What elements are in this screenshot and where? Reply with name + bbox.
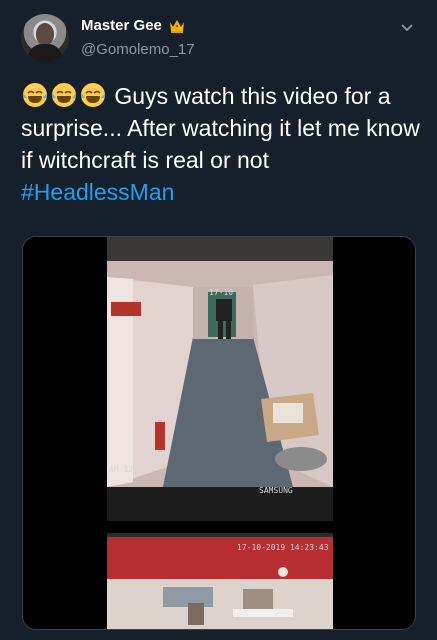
upper-left-label: AM 12 — [109, 465, 133, 474]
video-frame: 17-10 AM 12 SAMSUNG 17-10-2019 14:23:43 — [23, 237, 415, 629]
laughing-tears-icon — [51, 83, 77, 107]
avatar[interactable] — [21, 14, 69, 62]
display-name[interactable]: Master Gee — [81, 17, 162, 34]
video-media[interactable]: 17-10 AM 12 SAMSUNG 17-10-2019 14:23:43 — [22, 236, 416, 630]
tweet-text: Guys watch this video for a surprise... … — [21, 80, 421, 208]
monitor-brand: SAMSUNG — [259, 486, 293, 495]
top-overlay-timestamp: 17-10 — [209, 288, 233, 297]
avatar-face — [36, 23, 54, 45]
bottom-timestamp: 17-10-2019 14:23:43 — [237, 543, 329, 552]
author-name-row: Master Gee — [81, 17, 186, 34]
laughing-tears-icon — [22, 83, 48, 107]
avatar-body — [28, 44, 62, 62]
hashtag-link[interactable]: #HeadlessMan — [21, 179, 174, 205]
crown-icon — [169, 19, 184, 33]
laughing-tears-icon — [80, 83, 106, 107]
user-handle[interactable]: @Gomolemo_17 — [81, 41, 195, 58]
chevron-down-icon[interactable] — [398, 18, 416, 36]
